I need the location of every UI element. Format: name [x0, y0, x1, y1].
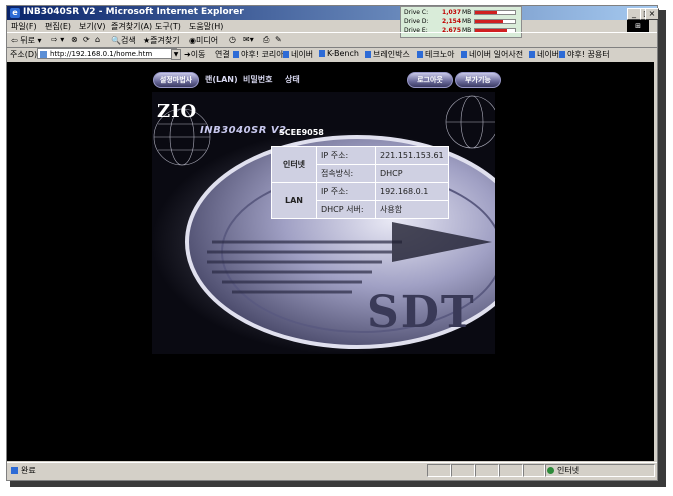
value-dhcp-server: 사용함 — [375, 200, 449, 219]
label-ip: IP 주소: — [316, 146, 376, 165]
drive-usage-fill — [475, 11, 497, 14]
zone-label: 인터넷 — [557, 466, 580, 475]
refresh-icon[interactable]: ⟳ — [83, 35, 90, 44]
back-button[interactable]: ⇦ 뒤로 ▾ — [11, 35, 42, 46]
status-cell — [451, 464, 475, 477]
search-button[interactable]: 🔍검색 — [111, 35, 136, 46]
status-label: 완료 — [21, 466, 36, 475]
drive-row: Drive C: 1,037 MB — [404, 8, 518, 17]
section-internet: 인터넷 — [271, 146, 317, 183]
link-brainbox[interactable]: 브레인박스 — [365, 49, 410, 60]
toolbar: ⇦ 뒤로 ▾ ⇨ ▾ ⊗ ⟳ ⌂ 🔍검색 ★즐겨찾기 ◉미디어 ◷ ✉▾ ⎙ ✎ — [7, 32, 657, 48]
window-title: INB3040SR V2 - Microsoft Internet Explor… — [23, 7, 244, 17]
forward-button[interactable]: ⇨ ▾ — [51, 35, 64, 44]
favorites-label: 즐겨찾기 — [150, 36, 180, 45]
links-label: 연결 — [215, 50, 230, 59]
menu-view[interactable]: 보기(V) — [79, 21, 105, 32]
label-dhcp-server: DHCP 서버: — [316, 200, 376, 219]
edit-icon[interactable]: ✎ — [275, 35, 282, 44]
title-bar[interactable]: e INB3040SR V2 - Microsoft Internet Expl… — [7, 6, 657, 20]
model-name: INB3040SR V2 — [200, 125, 287, 136]
go-button[interactable]: ➜이동 — [184, 49, 205, 60]
table-row: LAN IP 주소: 192.168.0.1 — [271, 182, 449, 219]
status-cell — [475, 464, 499, 477]
value-lan-ip: 192.168.0.1 — [375, 182, 449, 201]
menu-file[interactable]: 파일(F) — [11, 21, 37, 32]
nav-password[interactable]: 비밀번호 — [243, 74, 272, 85]
link-naver-2[interactable]: 네이버 — [529, 49, 559, 60]
address-dropdown-icon[interactable]: ▼ — [171, 49, 181, 60]
drive-usage-bar — [474, 10, 516, 15]
media-label: 미디어 — [195, 36, 219, 45]
page-done-icon — [11, 467, 18, 474]
brand-watermark: SDT — [367, 287, 476, 338]
menu-help[interactable]: 도움말(H) — [189, 21, 223, 32]
address-url: http://192.168.0.1/home.htm — [50, 50, 153, 58]
menu-bar: 파일(F) 편집(E) 보기(V) 즐겨찾기(A) 도구(T) 도움말(H) ⊞ — [7, 20, 657, 32]
drive-unit: MB — [462, 9, 472, 16]
mail-icon[interactable]: ✉▾ — [243, 35, 254, 44]
serial-number: SCEE9058 — [279, 128, 324, 137]
drive-label: Drive C: — [404, 9, 429, 16]
address-label: 주소(D) — [10, 50, 38, 59]
status-cell — [499, 464, 523, 477]
minimize-button[interactable]: _ — [627, 8, 641, 20]
device-banner: ZIO INB3040SR V2 SCEE9058 SDT 인터넷 IP 주소:… — [152, 92, 495, 354]
table-row: 인터넷 IP 주소: 221.151.153.61 — [271, 146, 449, 183]
link-yahoo-korea[interactable]: 야후! 코리아 — [233, 49, 284, 60]
nav-lan[interactable]: 랜(LAN) — [205, 74, 238, 85]
print-icon[interactable]: ⎙ — [263, 35, 269, 45]
history-icon[interactable]: ◷ — [229, 35, 236, 44]
status-cell — [523, 464, 545, 477]
menu-edit[interactable]: 편집(E) — [45, 21, 71, 32]
page-content: 설정마법사 랜(LAN) 비밀번호 상태 로그아웃 부가기능 ZIO INB30… — [7, 62, 654, 461]
status-cell — [427, 464, 451, 477]
status-text: 완료 — [11, 465, 36, 476]
security-zone: 인터넷 — [547, 465, 579, 476]
value-connection-type: DHCP — [375, 164, 449, 183]
go-label: 이동 — [190, 50, 206, 59]
link-kbench[interactable]: K-Bench — [319, 49, 359, 58]
link-naver-jp-dict[interactable]: 네이버 일어사전 — [461, 49, 523, 60]
back-label: 뒤로 — [20, 36, 35, 45]
media-button[interactable]: ◉미디어 — [189, 35, 218, 46]
stop-icon[interactable]: ⊗ — [71, 35, 78, 44]
status-info-table: 인터넷 IP 주소: 221.151.153.61 접속방식: DHCP LAN… — [271, 146, 449, 219]
label-lan-ip: IP 주소: — [316, 182, 376, 201]
home-icon[interactable]: ⌂ — [95, 35, 100, 44]
link-naver[interactable]: 네이버 — [283, 49, 313, 60]
setup-wizard-button[interactable]: 설정마법사 — [153, 72, 199, 88]
section-lan: LAN — [271, 182, 317, 219]
close-button[interactable]: × — [645, 8, 659, 20]
ie-icon: e — [10, 8, 20, 18]
windows-logo-icon: ⊞ — [627, 20, 649, 32]
logout-button[interactable]: 로그아웃 — [407, 72, 453, 88]
value-wan-ip: 221.151.153.61 — [375, 146, 449, 165]
nav-status[interactable]: 상태 — [285, 74, 300, 85]
menu-favorites[interactable]: 즐겨찾기(A) — [111, 21, 152, 32]
label-connection-type: 접속방식: — [316, 164, 376, 183]
drive-value: 1,037 — [442, 9, 461, 16]
extras-button[interactable]: 부가기능 — [455, 72, 501, 88]
menu-tools[interactable]: 도구(T) — [155, 21, 181, 32]
search-label: 검색 — [120, 36, 136, 45]
link-technoa[interactable]: 테크노아 — [417, 49, 454, 60]
page-icon — [40, 51, 47, 58]
address-bar: 주소(D) http://192.168.0.1/home.htm ▼ ➜이동 … — [7, 47, 657, 61]
status-bar: 완료 인터넷 — [7, 462, 657, 477]
address-input[interactable]: http://192.168.0.1/home.htm — [37, 48, 177, 59]
internet-zone-icon — [547, 467, 554, 474]
favorites-button[interactable]: ★즐겨찾기 — [143, 35, 180, 46]
brand-logo: ZIO — [157, 101, 198, 122]
link-yahoo-dreamer[interactable]: 야후! 꿈용터 — [559, 49, 610, 60]
